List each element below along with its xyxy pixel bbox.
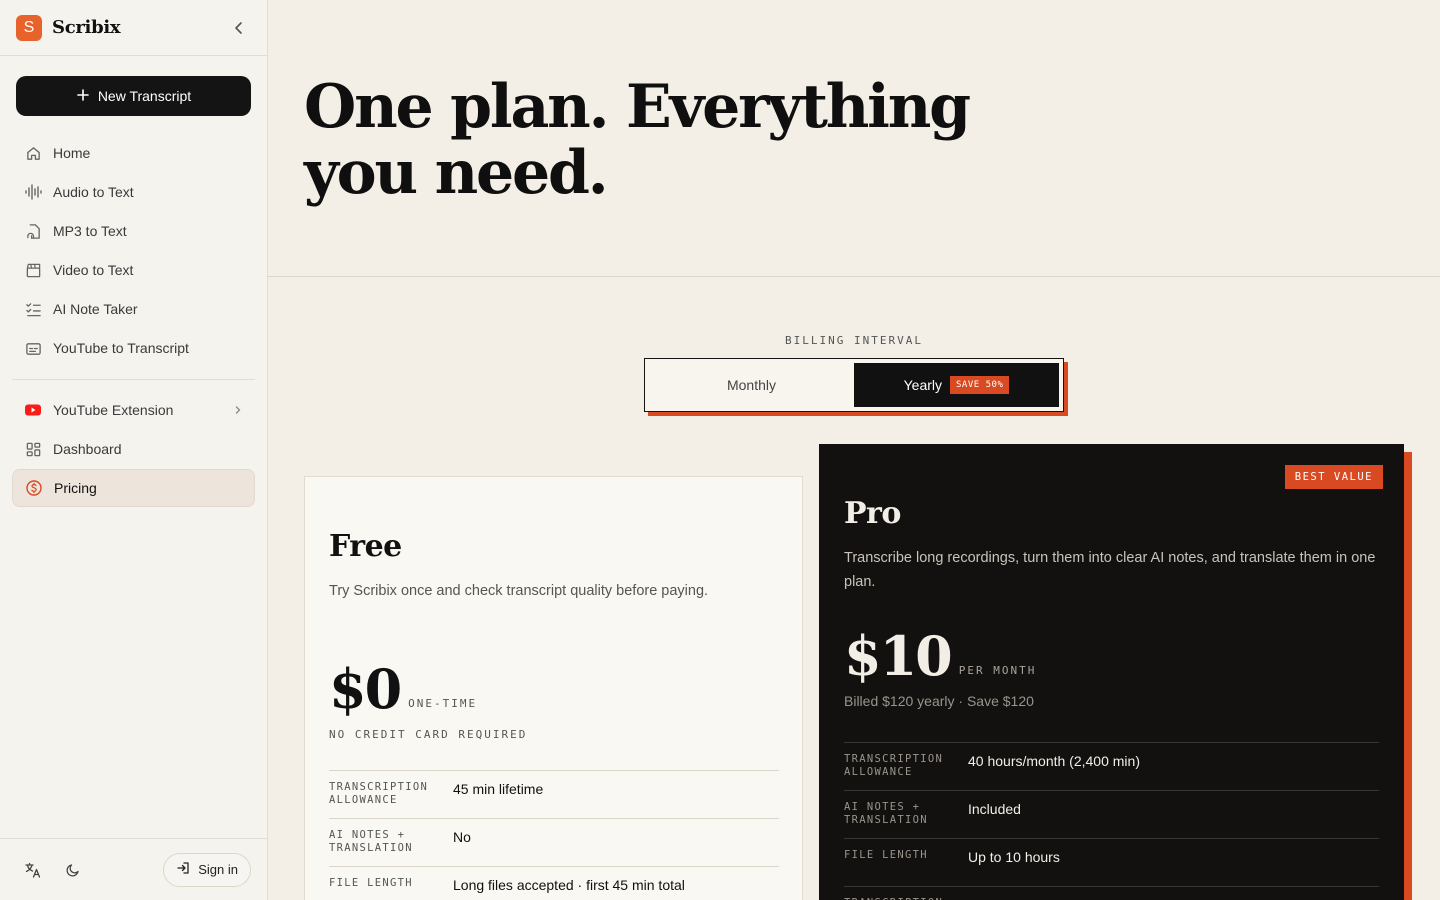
brand-logo[interactable]: S (16, 14, 42, 41)
feature-row: FILE LENGTH Long files accepted · first … (329, 866, 779, 900)
feature-row: AI NOTES + TRANSLATION Included (844, 790, 1379, 838)
plan-name: Free (329, 529, 402, 564)
captions-icon (24, 339, 42, 357)
sidebar-item-youtube-extension[interactable]: YouTube Extension (12, 391, 255, 429)
sidebar-item-dashboard[interactable]: Dashboard (12, 430, 255, 468)
clapperboard-icon (24, 261, 42, 279)
sidebar: S Scribix New Transcript Home Audio to T… (0, 0, 268, 900)
dollar-circle-icon (25, 479, 43, 497)
billing-interval-label: BILLING INTERVAL (785, 334, 923, 347)
sign-in-label: Sign in (198, 862, 238, 877)
sidebar-divider (12, 379, 255, 380)
new-transcript-label: New Transcript (97, 88, 192, 104)
feature-key: AI NOTES + TRANSLATION (844, 801, 928, 826)
feature-value: Up to 10 hours (968, 849, 1060, 865)
sidebar-item-label: YouTube to Transcript (53, 340, 189, 356)
language-icon[interactable] (16, 853, 50, 887)
feature-value: Included (968, 801, 1021, 817)
checklist-icon (24, 300, 42, 318)
sidebar-item-ai-note-taker[interactable]: AI Note Taker (12, 290, 255, 328)
sidebar-item-label: Dashboard (53, 441, 122, 457)
sidebar-item-home[interactable]: Home (12, 134, 255, 172)
price-period: ONE-TIME (408, 697, 478, 710)
save-badge: SAVE 50% (950, 376, 1010, 394)
sidebar-nav: Home Audio to Text MP3 to Text Video to … (12, 134, 255, 508)
feature-key: TRANSCRIPTION ALLOWANCE (844, 753, 944, 778)
sidebar-item-video-to-text[interactable]: Video to Text (12, 251, 255, 289)
billing-toggle: Monthly Yearly SAVE 50% (644, 358, 1068, 416)
sidebar-item-youtube-to-transcript[interactable]: YouTube to Transcript (12, 329, 255, 367)
feature-row: AI NOTES + TRANSLATION No (329, 818, 779, 866)
feature-value: No (453, 829, 471, 845)
sidebar-item-label: Pricing (54, 480, 97, 496)
feature-row: TRANSCRIPTION ALLOWANCE 40 hours/month (… (844, 742, 1379, 790)
brand-header: S Scribix (0, 0, 267, 56)
waveform-icon (24, 183, 42, 201)
sidebar-item-mp3-to-text[interactable]: MP3 to Text (12, 212, 255, 250)
moon-icon[interactable] (56, 853, 90, 887)
feature-row: TRANSCRIPTION (844, 886, 1379, 900)
plan-description: Try Scribix once and check transcript qu… (329, 583, 709, 599)
pro-plan-card: BEST VALUE Pro Transcribe long recording… (819, 444, 1404, 900)
sidebar-item-label: YouTube Extension (53, 402, 174, 418)
plan-note: Billed $120 yearly · Save $120 (844, 693, 1034, 709)
home-icon (24, 144, 42, 162)
main-content: One plan. Everything you need. BILLING I… (268, 0, 1440, 900)
plan-price: $10 (844, 624, 953, 688)
collapse-sidebar-icon[interactable] (227, 16, 251, 40)
feature-value: Long files accepted · first 45 min total (453, 877, 685, 893)
sidebar-item-label: Audio to Text (53, 184, 134, 200)
feature-row: TRANSCRIPTION ALLOWANCE 45 min lifetime (329, 770, 779, 818)
plus-icon (76, 88, 90, 105)
sidebar-item-label: Home (53, 145, 91, 161)
feature-value: 45 min lifetime (453, 781, 544, 797)
plan-name: Pro (844, 496, 901, 531)
feature-list: TRANSCRIPTION ALLOWANCE 45 min lifetime … (329, 770, 779, 900)
best-value-badge: BEST VALUE (1284, 465, 1383, 489)
youtube-icon (24, 401, 42, 419)
free-plan-card: Free Try Scribix once and check transcri… (304, 476, 803, 900)
sign-in-icon (176, 861, 190, 878)
feature-key: FILE LENGTH (329, 877, 413, 889)
price-period: PER MONTH (958, 664, 1037, 677)
sign-in-button[interactable]: Sign in (163, 852, 251, 887)
brand-name[interactable]: Scribix (52, 17, 121, 38)
feature-list: TRANSCRIPTION ALLOWANCE 40 hours/month (… (844, 742, 1379, 900)
plan-note: NO CREDIT CARD REQUIRED (329, 728, 528, 741)
yearly-label: Yearly (903, 377, 943, 393)
sidebar-item-label: AI Note Taker (53, 301, 138, 317)
hero-divider (268, 276, 1440, 277)
feature-key: AI NOTES + TRANSLATION (329, 829, 413, 854)
plan-description: Transcribe long recordings, turn them in… (844, 550, 1376, 590)
page-title: One plan. Everything you need. (304, 72, 971, 208)
feature-key: TRANSCRIPTION ALLOWANCE (329, 781, 429, 806)
sidebar-footer: Sign in (0, 838, 267, 900)
billing-toggle-control: Monthly Yearly SAVE 50% (644, 358, 1064, 412)
sidebar-item-label: Video to Text (53, 262, 134, 278)
feature-row: FILE LENGTH Up to 10 hours (844, 838, 1379, 886)
monthly-option[interactable]: Monthly (649, 363, 854, 407)
feature-value: 40 hours/month (2,400 min) (968, 753, 1140, 769)
new-transcript-button[interactable]: New Transcript (16, 76, 251, 116)
sidebar-item-label: MP3 to Text (53, 223, 127, 239)
sidebar-item-pricing[interactable]: Pricing (12, 469, 255, 507)
audio-file-icon (24, 222, 42, 240)
chevron-right-icon (233, 402, 243, 418)
feature-key: FILE LENGTH (844, 849, 928, 861)
dashboard-icon (24, 440, 42, 458)
sidebar-item-audio-to-text[interactable]: Audio to Text (12, 173, 255, 211)
plan-price: $0 (329, 657, 402, 721)
yearly-option[interactable]: Yearly SAVE 50% (854, 363, 1059, 407)
